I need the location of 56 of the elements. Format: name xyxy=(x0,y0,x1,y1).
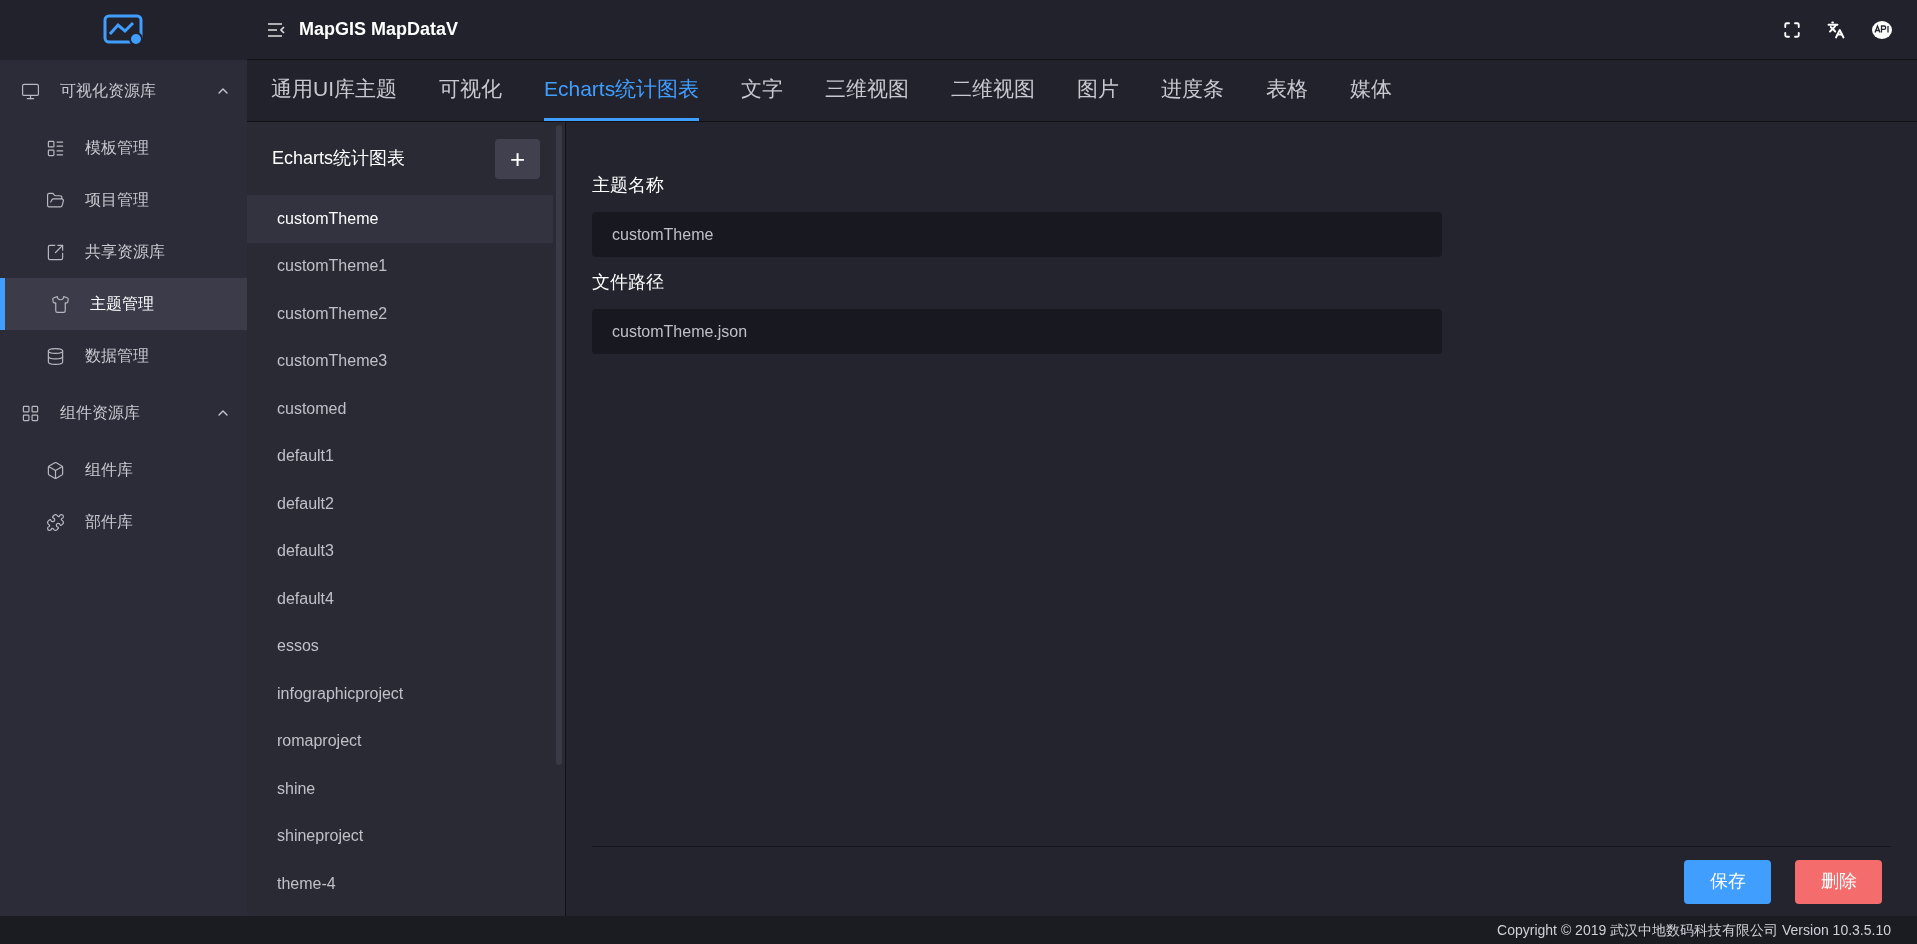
tab[interactable]: 图片 xyxy=(1077,72,1120,121)
theme-list-item[interactable]: default2 xyxy=(247,480,553,528)
tab[interactable]: 表格 xyxy=(1266,72,1309,121)
add-button[interactable]: + xyxy=(495,138,540,179)
theme-list-item[interactable]: customTheme2 xyxy=(247,290,553,338)
api-icon[interactable] xyxy=(1871,19,1893,40)
sidebar-item[interactable]: 模板管理 xyxy=(0,122,247,174)
theme-list-item[interactable]: essos xyxy=(247,622,553,670)
database-icon xyxy=(46,346,65,366)
monitor-icon xyxy=(21,81,40,101)
field-label: 主题名称 xyxy=(592,174,665,197)
theme-list-item[interactable]: customTheme xyxy=(247,195,553,243)
theme-list-item[interactable]: default4 xyxy=(247,575,553,623)
sidebar-item[interactable]: 项目管理 xyxy=(0,174,247,226)
sidebar-group[interactable]: 组件资源库 xyxy=(0,382,247,444)
field-label: 文件路径 xyxy=(592,271,665,294)
sidebar-item[interactable]: 共享资源库 xyxy=(0,226,247,278)
share-icon xyxy=(46,242,65,262)
app-title: MapGIS MapDataV xyxy=(299,18,460,41)
copyright-text: Copyright © 2019 武汉中地数码科技有限公司 Version 10.3.5.10 xyxy=(1497,920,1891,940)
theme-list-item[interactable]: romaproject xyxy=(247,717,553,765)
theme-list-item[interactable]: default1 xyxy=(247,432,553,480)
shirt-icon xyxy=(51,294,70,314)
puzzle-icon xyxy=(46,512,65,532)
fullscreen-icon[interactable] xyxy=(1783,20,1801,39)
tab[interactable]: 媒体 xyxy=(1350,72,1393,121)
tab[interactable]: 进度条 xyxy=(1161,72,1225,121)
theme-list-item[interactable]: shineproject xyxy=(247,812,553,860)
tab[interactable]: 文字 xyxy=(741,72,784,121)
logo-icon xyxy=(102,14,145,46)
input-field[interactable]: customTheme xyxy=(592,212,1442,257)
cube-icon xyxy=(46,460,65,480)
sidebar-item[interactable]: 数据管理 xyxy=(0,330,247,382)
translate-icon[interactable] xyxy=(1827,20,1845,39)
tab[interactable]: 三维视图 xyxy=(825,72,910,121)
tab[interactable]: Echarts统计图表 xyxy=(544,72,700,121)
sidebar-group[interactable]: 可视化资源库 xyxy=(0,60,247,122)
list-icon xyxy=(46,138,65,158)
input-field[interactable]: customTheme.json xyxy=(592,309,1442,354)
theme-list-item[interactable]: infographicproject xyxy=(247,670,553,718)
theme-list-item[interactable]: customed xyxy=(247,385,553,433)
tab[interactable]: 通用UI库主题 xyxy=(271,72,397,121)
folder-icon xyxy=(46,190,65,210)
sidebar-item[interactable]: 部件库 xyxy=(0,496,247,548)
tab[interactable]: 可视化 xyxy=(439,72,502,121)
sidebar-item[interactable]: 组件库 xyxy=(0,444,247,496)
menu-icon[interactable] xyxy=(267,21,287,38)
theme-list-item[interactable]: shine xyxy=(247,765,553,813)
panel-title: Echarts统计图表 xyxy=(272,147,407,170)
grid-icon xyxy=(21,403,40,423)
sidebar-item[interactable]: 主题管理 xyxy=(0,278,247,330)
theme-list-item[interactable]: theme-4 xyxy=(247,860,553,908)
theme-list-item[interactable]: customTheme1 xyxy=(247,242,553,290)
theme-list-item[interactable]: customTheme3 xyxy=(247,337,553,385)
theme-list-item[interactable]: default3 xyxy=(247,527,553,575)
tab[interactable]: 二维视图 xyxy=(951,72,1036,121)
